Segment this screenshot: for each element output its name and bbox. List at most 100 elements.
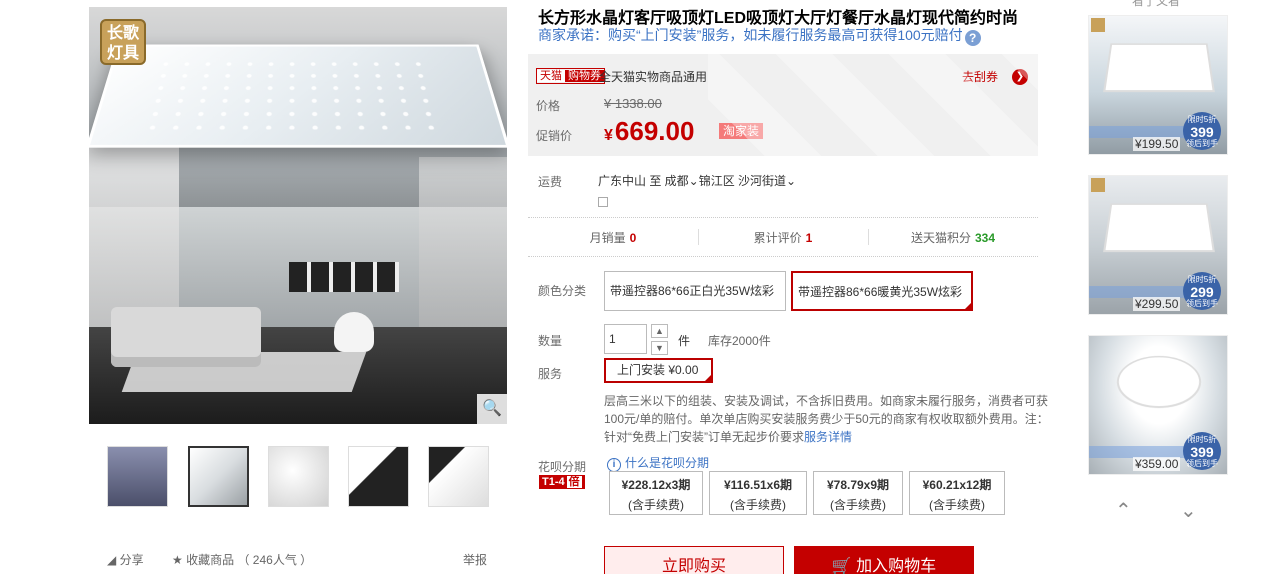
share-icon: ◢ <box>107 553 117 567</box>
badge-top: 限时5折 <box>1187 275 1217 284</box>
quantity-unit: 件 <box>678 334 691 348</box>
add-to-cart-button[interactable]: 🛒 加入购物车 <box>794 546 974 574</box>
badge-number: 399 <box>1190 124 1214 140</box>
tmall-coupon-tag: 天猫 购物券 <box>536 68 605 84</box>
sku-option-white[interactable]: 带遥控器86*66正白光35W炫彩 <box>604 271 786 311</box>
scratch-coupon-link[interactable]: 去刮券 <box>962 68 998 85</box>
badge-bottom: 领后到手 <box>1186 139 1218 148</box>
check-icon <box>704 374 712 382</box>
service-details-link[interactable]: 服务详情 <box>804 430 852 444</box>
service-description: 层高三米以下的组装、安装及调试，不含拆旧费用。如商家未履行服务，消费者可获100… <box>604 392 1052 446</box>
stat-label: 累计评价 <box>753 231 802 245</box>
discount-badge: 限时5折 399 领后到手 <box>1183 432 1221 470</box>
star-icon: ★ <box>172 553 183 567</box>
badge-top: 限时5折 <box>1187 115 1217 124</box>
installment-plan-12[interactable]: ¥60.21x12期 (含手续费) <box>909 471 1005 515</box>
price-box: 天猫 购物券 全天猫实物商品通用 去刮券 ❯ 价格 ¥ 1338.00 促销价 ¥… <box>528 54 1038 156</box>
product-main-image[interactable]: 长歌 灯具 🔍 <box>89 7 507 424</box>
stat-reviews[interactable]: 累计评价 1 <box>698 229 868 246</box>
price-label: 价格 <box>536 99 561 113</box>
increase-icon[interactable]: ▲ <box>651 324 668 338</box>
chevron-right-icon[interactable]: ❯ <box>1012 69 1028 85</box>
copy-icon <box>598 197 608 207</box>
info-icon: i <box>607 458 621 472</box>
magnifier-icon[interactable]: 🔍 <box>477 394 507 424</box>
badge-number: 399 <box>1190 444 1214 460</box>
share-link[interactable]: ◢ 分享 <box>107 551 144 568</box>
merchant-promise: 商家承诺：购买“上门安装”服务，如未履行服务最高可获得100元赔付? <box>538 25 981 46</box>
thumbnail[interactable] <box>428 446 489 507</box>
recommended-item[interactable]: 限时5折 399 领后到手 ¥359.00 <box>1088 335 1228 475</box>
huabei-help-text: 什么是花呗分期 <box>625 456 710 470</box>
installment-plan-3[interactable]: ¥228.12x3期 (含手续费) <box>609 471 703 515</box>
quantity-label: 数量 <box>538 334 563 348</box>
stat-value: 334 <box>974 231 996 245</box>
chevron-up-icon[interactable]: ⌃ <box>1115 498 1132 523</box>
badge-bottom: 领后到手 <box>1186 299 1218 308</box>
installment-plan-9[interactable]: ¥78.79x9期 (含手续费) <box>813 471 903 515</box>
shipping-destination-selector[interactable]: 广东中山 至 成都⌄锦江区 沙河街道⌄ <box>598 172 796 189</box>
sku-option-label: 带遥控器86*66暖黄光35W炫彩 <box>798 285 963 299</box>
badge-number: 299 <box>1190 284 1214 300</box>
image-window <box>89 147 179 327</box>
divider <box>528 256 1038 257</box>
sale-price: ¥669.00 <box>604 116 694 151</box>
sku-option-warm-selected[interactable]: 带遥控器86*66暖黄光35W炫彩 <box>791 271 973 311</box>
image-lamp-crystals <box>140 58 448 130</box>
discount-badge: 限时5折 399 领后到手 <box>1183 112 1221 150</box>
thumbnail[interactable] <box>348 446 409 507</box>
sku-label: 颜色分类 <box>538 284 587 298</box>
thumbnail[interactable] <box>107 446 168 507</box>
plan-fee: (含手续费) <box>730 498 786 512</box>
report-link[interactable]: 举报 <box>463 551 487 568</box>
help-icon[interactable]: ? <box>964 30 981 46</box>
image-chair <box>334 312 374 352</box>
huabei-help-link[interactable]: i 什么是花呗分期 <box>607 454 709 472</box>
badge-bottom: 领后到手 <box>1186 459 1218 468</box>
plan-fee: (含手续费) <box>830 498 886 512</box>
recommended-lamp <box>1103 43 1215 93</box>
recommended-item[interactable]: 限时5折 399 领后到手 ¥199.50 <box>1088 15 1228 155</box>
recommended-item[interactable]: 限时5折 299 领后到手 ¥299.50 <box>1088 175 1228 315</box>
promo-badge: 淘家装 <box>719 123 764 139</box>
installment-plan-6[interactable]: ¥116.51x6期 (含手续费) <box>709 471 807 515</box>
recommended-price: ¥299.50 <box>1133 297 1181 311</box>
stat-label: 月销量 <box>589 231 626 245</box>
quantity-input[interactable] <box>604 324 647 354</box>
thumbnail[interactable] <box>268 446 329 507</box>
check-icon <box>964 302 972 310</box>
favorite-link[interactable]: ★ 收藏商品 （ 246人气 ） <box>172 551 312 568</box>
stat-points: 送天猫积分 334 <box>868 229 1038 246</box>
brand-logo: 长歌 灯具 <box>100 19 146 65</box>
discount-badge: 限时5折 299 领后到手 <box>1183 272 1221 310</box>
service-label: 服务 <box>538 367 563 381</box>
plan-fee: (含手续费) <box>929 498 985 512</box>
divider <box>528 217 1038 218</box>
huabei-badge-multiplier: 倍 <box>566 476 582 488</box>
sidebar-heading: 看了又看 <box>1132 0 1181 8</box>
share-label: 分享 <box>119 553 144 567</box>
huabei-badge-text: T1-4 <box>542 476 565 488</box>
promo-price-label: 促销价 <box>536 129 573 143</box>
buy-now-button[interactable]: 立即购买 <box>604 546 784 574</box>
original-price: ¥ 1338.00 <box>604 96 662 111</box>
popularity-count: （ 246人气 ） <box>237 553 313 567</box>
brand-logo <box>1091 178 1105 192</box>
recommended-price: ¥199.50 <box>1133 137 1181 151</box>
stat-label: 送天猫积分 <box>910 231 971 245</box>
decrease-icon[interactable]: ▼ <box>651 341 668 355</box>
plan-amount: ¥60.21x12期 <box>922 478 992 492</box>
stat-value: 1 <box>805 231 813 245</box>
merchant-promise-text: 商家承诺：购买“上门安装”服务，如未履行服务最高可获得100元赔付 <box>538 27 963 43</box>
huabei-label: 花呗分期 <box>538 460 587 474</box>
thumbnail-active[interactable] <box>188 446 249 507</box>
plan-amount: ¥116.51x6期 <box>723 478 793 492</box>
install-service-option[interactable]: 上门安装 ¥0.00 <box>604 358 713 383</box>
shipping-label: 运费 <box>538 175 563 189</box>
chevron-down-icon[interactable]: ⌄ <box>1180 498 1197 523</box>
recommended-price: ¥359.00 <box>1133 457 1181 471</box>
stat-value: 0 <box>629 231 637 245</box>
brand-logo <box>1091 18 1105 32</box>
plan-amount: ¥228.12x3期 <box>621 478 691 492</box>
huabei-badge: T1-4 倍 <box>539 475 585 489</box>
